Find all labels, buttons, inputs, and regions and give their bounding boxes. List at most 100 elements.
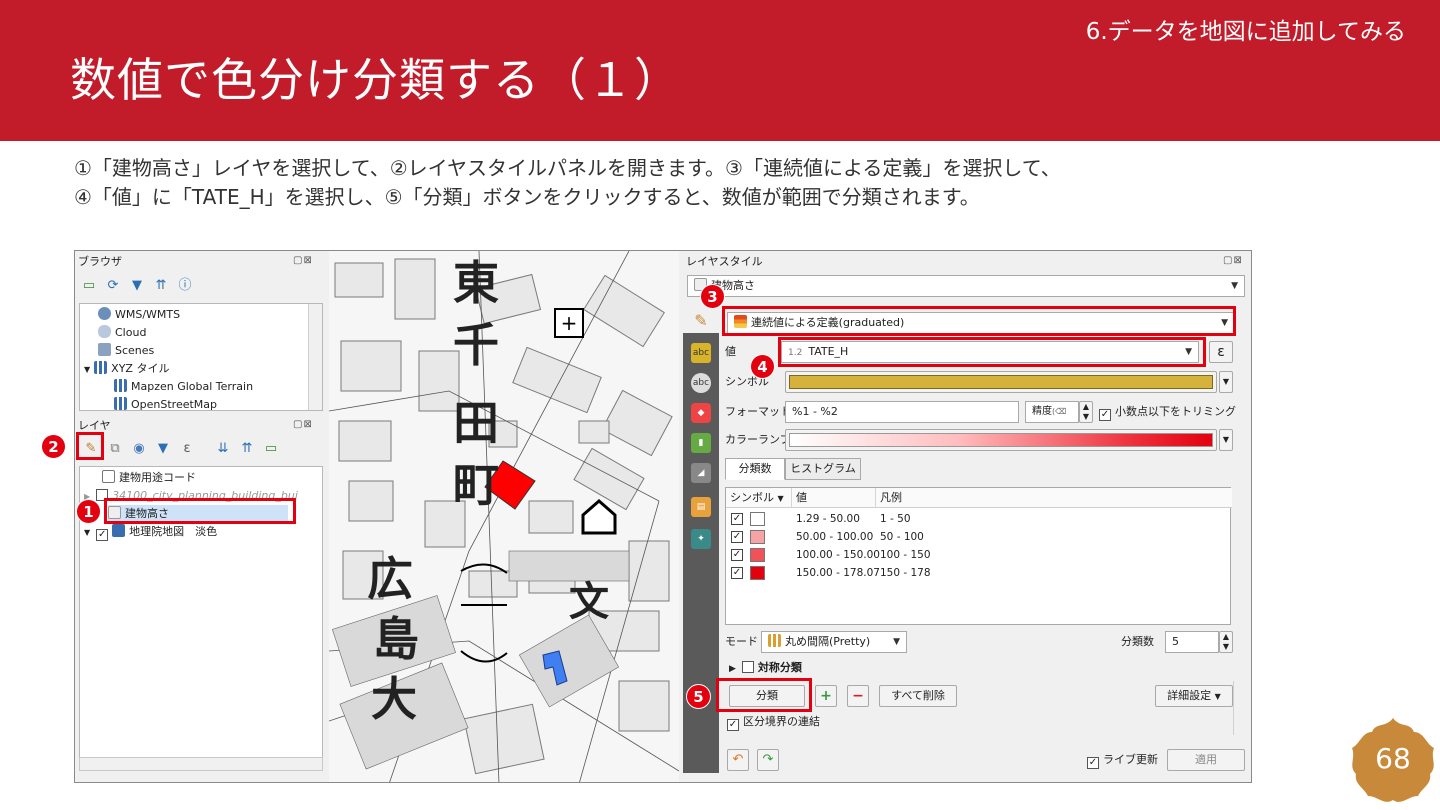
browser-item[interactable]: WMS/WMTS: [98, 306, 180, 324]
layers-hscrollbar[interactable]: [79, 757, 323, 771]
format-input[interactable]: %1 - %2: [785, 401, 1019, 423]
map-canvas[interactable]: + 東 千 田 町 広 島 大 文: [329, 251, 679, 782]
remove-layer-icon[interactable]: ▭: [263, 441, 279, 457]
qgis-screenshot: ブラウザ ▢⊠ ▭ ⟳ ▼ ⇈ ⓘ WMS/WMTS Cloud Scenes …: [74, 250, 1252, 783]
refresh-icon[interactable]: ⟳: [105, 278, 121, 294]
filter-icon[interactable]: ▼: [129, 278, 145, 294]
class-swatch[interactable]: [750, 512, 765, 526]
browser-item[interactable]: Scenes: [98, 342, 154, 360]
history-icon[interactable]: ▤: [691, 497, 711, 517]
collapse-all-icon[interactable]: ⇈: [239, 441, 255, 457]
browser-item[interactable]: Mapzen Global Terrain: [114, 378, 253, 396]
color-ramp-button[interactable]: [785, 429, 1217, 451]
style-scrollbar[interactable]: [1233, 681, 1245, 735]
class-count-spinbox[interactable]: 5: [1165, 631, 1219, 653]
layer-item[interactable]: 建物用途コード: [102, 469, 196, 487]
value-field-value: TATE_H: [808, 345, 849, 358]
symbol-dropdown[interactable]: ▼: [1219, 371, 1233, 393]
class-swatch[interactable]: [750, 566, 765, 580]
precision-spinbox[interactable]: 精度(⌫: [1025, 401, 1079, 423]
delete-all-button[interactable]: すべて削除: [879, 685, 957, 707]
labels-icon[interactable]: abc: [691, 343, 711, 363]
description-line-1: ①「建物高さ」レイヤを選択して、②レイヤスタイルパネルを開きます。③「連続値によ…: [74, 156, 1061, 180]
column-value[interactable]: 値: [792, 488, 876, 508]
class-count-stepper[interactable]: ▲ ▼: [1219, 631, 1233, 653]
browser-scrollbar[interactable]: [308, 304, 322, 410]
slide-title: 数値で色分け分類する（１）: [70, 53, 681, 107]
fields-icon[interactable]: ◢: [691, 463, 711, 483]
live-update-checkbox[interactable]: ✓ ライブ更新: [1087, 749, 1158, 771]
mode-select[interactable]: 丸め間隔(Pretty) ▼: [761, 631, 907, 653]
expression-button[interactable]: ε: [1209, 341, 1233, 363]
masks-icon[interactable]: abc: [691, 373, 711, 393]
3d-view-icon[interactable]: ◆: [691, 403, 711, 423]
apply-button[interactable]: 適用: [1167, 749, 1245, 771]
layer-checkbox[interactable]: [96, 489, 109, 501]
expression-filter-icon[interactable]: ε: [179, 441, 195, 457]
info-icon[interactable]: ⓘ: [177, 278, 193, 294]
chevron-down-icon: ▼: [1185, 347, 1192, 357]
layers-tree[interactable]: 建物用途コード ▶ 34100_city_planning_building_bu…: [79, 466, 323, 760]
column-legend[interactable]: 凡例: [876, 488, 1232, 508]
tab-histogram[interactable]: ヒストグラム: [785, 458, 861, 480]
map-label: 広: [367, 552, 413, 606]
graduated-icon: [734, 315, 747, 328]
browser-item[interactable]: Cloud: [98, 324, 146, 342]
remove-class-button[interactable]: −: [847, 685, 869, 707]
expand-arrow-icon: ▶: [729, 664, 736, 674]
collapse-icon[interactable]: ⇈: [153, 278, 169, 294]
map-label: 東: [453, 256, 499, 310]
visibility-icon[interactable]: ◉: [131, 441, 147, 457]
tab-classes[interactable]: 分類数: [725, 458, 785, 480]
layer-item-building-height[interactable]: 建物高さ: [108, 505, 288, 523]
class-swatch[interactable]: [750, 548, 765, 562]
renderer-select[interactable]: 連続値による定義(graduated) ▼: [727, 312, 1235, 334]
add-group-icon[interactable]: ⧉: [107, 441, 123, 457]
annotation-badge: 3: [700, 284, 725, 309]
class-checkbox[interactable]: ✓: [731, 567, 743, 579]
browser-tree[interactable]: WMS/WMTS Cloud Scenes ▼ XYZ タイル Mapzen Gl…: [79, 303, 323, 411]
browser-item[interactable]: ▼ XYZ タイル: [84, 360, 169, 378]
class-row[interactable]: ✓ 50.00 - 100.00 50 - 100: [726, 528, 1230, 546]
add-class-button[interactable]: +: [815, 685, 837, 707]
open-style-panel-icon[interactable]: ✎: [83, 441, 99, 457]
browser-item[interactable]: OpenStreetMap: [114, 396, 217, 414]
chevron-down-icon: ▼: [893, 637, 900, 647]
trim-checkbox[interactable]: ✓ 小数点以下をトリミング: [1099, 401, 1236, 423]
classify-button[interactable]: 分類: [729, 685, 805, 707]
class-row[interactable]: ✓ 150.00 - 178.07 150 - 178: [726, 564, 1230, 582]
color-ramp-dropdown[interactable]: ▼: [1219, 429, 1233, 451]
layer-checkbox[interactable]: ✓: [96, 529, 109, 541]
actions-icon[interactable]: ✦: [691, 529, 711, 549]
advanced-button[interactable]: 詳細設定 ▼: [1155, 685, 1233, 707]
class-checkbox[interactable]: ✓: [731, 531, 743, 543]
layer-select[interactable]: 建物高さ ▼: [687, 275, 1245, 297]
undo-icon[interactable]: ↶: [727, 749, 749, 771]
add-selected-icon[interactable]: ▭: [81, 278, 97, 294]
class-swatch[interactable]: [750, 530, 765, 544]
layer-item[interactable]: ▼ ✓ 地理院地図 淡色: [84, 523, 217, 541]
value-field-select[interactable]: 1.2 TATE_H ▼: [781, 341, 1199, 363]
class-table[interactable]: シンボル ▼ 値 凡例 ✓ 1.29 - 50.00 1 - 50 ✓ 50.0…: [725, 487, 1232, 625]
class-row[interactable]: ✓ 1.29 - 50.00 1 - 50: [726, 510, 1230, 528]
class-checkbox[interactable]: ✓: [731, 513, 743, 525]
precision-stepper[interactable]: ▲ ▼: [1079, 401, 1093, 423]
symmetric-toggle[interactable]: ▶ 対称分類: [729, 657, 802, 680]
expand-all-icon[interactable]: ⇊: [215, 441, 231, 457]
class-checkbox[interactable]: ✓: [731, 549, 743, 561]
layer-item[interactable]: ▶ 34100_city_planning_building_bui: [84, 487, 298, 505]
layers-dock-buttons[interactable]: ▢⊠: [293, 419, 313, 430]
column-symbol[interactable]: シンボル ▼: [726, 488, 792, 508]
map-label: 文: [569, 579, 609, 625]
style-panel-title: レイヤスタイル: [686, 255, 763, 268]
link-boundaries-checkbox[interactable]: ✓ 区分境界の連結: [727, 711, 820, 733]
filter-layers-icon[interactable]: ▼: [155, 441, 171, 457]
diagrams-icon[interactable]: ▮: [691, 433, 711, 453]
redo-icon[interactable]: ↷: [757, 749, 779, 771]
class-row[interactable]: ✓ 100.00 - 150.00 100 - 150: [726, 546, 1230, 564]
style-dock-buttons[interactable]: ▢⊠: [1223, 255, 1243, 266]
symbol-button[interactable]: [785, 371, 1217, 393]
paint-brush-icon[interactable]: ✎: [693, 313, 709, 329]
svg-text:+: +: [561, 311, 578, 335]
browser-dock-buttons[interactable]: ▢⊠: [293, 255, 313, 266]
